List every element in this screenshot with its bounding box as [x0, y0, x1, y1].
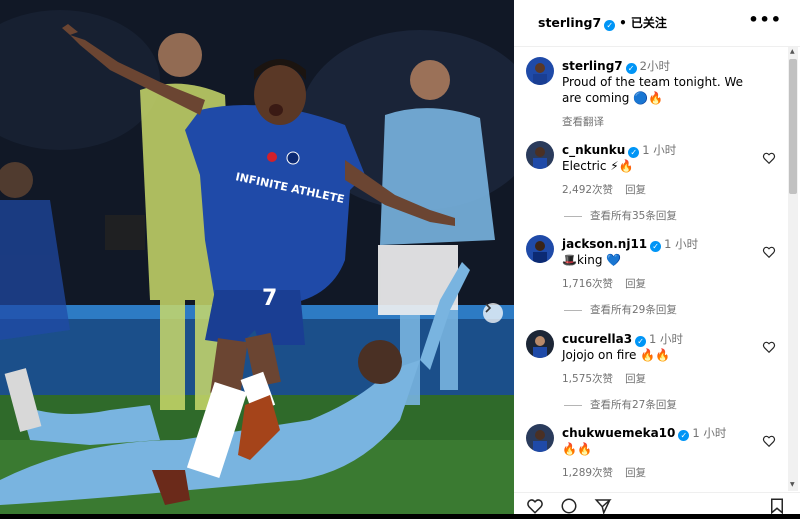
- verified-badge-icon: ✓: [628, 147, 640, 158]
- more-options-icon[interactable]: •••: [748, 10, 782, 29]
- caption-time[interactable]: 2小时: [640, 59, 670, 73]
- comment-text: 🎩king 💙: [562, 253, 622, 267]
- avatar[interactable]: [526, 330, 554, 358]
- comment-body: cucurella3 ✓ 1 小时 Jojojo on fire 🔥🔥 1,575次…: [562, 331, 762, 387]
- comment-time[interactable]: 1 小时: [642, 143, 676, 157]
- view-replies-link[interactable]: 查看所有29条回复: [564, 302, 677, 317]
- user-avatar-icon: [526, 330, 554, 358]
- bookmark-icon[interactable]: [768, 497, 786, 515]
- comment-body: chukwuemeka10 ✓ 1 小时 🔥🔥 1,289次赞 回复: [562, 425, 762, 481]
- avatar[interactable]: [526, 424, 554, 452]
- view-replies-link[interactable]: 查看所有35条回复: [564, 208, 677, 223]
- scroll-down-arrow-icon[interactable]: ▼: [790, 481, 795, 488]
- verified-badge-icon: ✓: [650, 241, 662, 252]
- heart-icon[interactable]: [762, 434, 776, 448]
- reply-divider: [564, 215, 582, 217]
- comment-username[interactable]: cucurella3: [562, 332, 632, 346]
- like-count[interactable]: 1,289次赞: [562, 467, 613, 479]
- post-panel: sterling7 ✓ • 已关注 ••• sterling7 ✓ 2小时 Proud o…: [514, 0, 800, 515]
- comment-meta: 1,575次赞 回复: [562, 371, 762, 387]
- reply-button[interactable]: 回复: [625, 373, 646, 385]
- comment-time[interactable]: 1 小时: [664, 237, 698, 251]
- comment-time[interactable]: 1 小时: [649, 332, 683, 346]
- heart-icon[interactable]: [762, 245, 776, 259]
- share-send-icon[interactable]: [594, 497, 612, 515]
- translate-link[interactable]: 查看翻译: [562, 114, 762, 130]
- view-replies-link[interactable]: 查看所有27条回复: [564, 397, 677, 412]
- comment-username[interactable]: c_nkunku: [562, 143, 625, 157]
- comment-text: 🔥🔥: [562, 442, 592, 456]
- like-count[interactable]: 1,716次赞: [562, 278, 613, 290]
- scrollbar-thumb[interactable]: [789, 59, 797, 194]
- comment-text: Electric ⚡🔥: [562, 159, 634, 173]
- chevron-right-icon: [485, 303, 492, 313]
- comment-meta: 1,289次赞 回复: [562, 465, 762, 481]
- post-actions-bar: [514, 492, 800, 515]
- following-button[interactable]: 已关注: [631, 16, 667, 30]
- comment-username[interactable]: chukwuemeka10: [562, 426, 675, 440]
- comment-bubble-icon[interactable]: [560, 497, 578, 515]
- post-header: sterling7 ✓ • 已关注 •••: [514, 0, 800, 47]
- like-heart-icon[interactable]: [526, 497, 544, 515]
- heart-icon[interactable]: [762, 340, 776, 354]
- caption-username[interactable]: sterling7: [562, 59, 623, 73]
- heart-icon[interactable]: [762, 151, 776, 165]
- verified-badge-icon: ✓: [678, 430, 690, 441]
- view-replies-label[interactable]: 查看所有27条回复: [590, 399, 677, 411]
- verified-badge-icon: ✓: [635, 336, 647, 347]
- user-avatar-icon: [526, 235, 554, 263]
- reply-divider: [564, 404, 582, 406]
- comment-text: Jojojo on fire 🔥🔥: [562, 348, 671, 362]
- verified-badge-icon: ✓: [625, 63, 637, 74]
- caption-text: Proud of the team tonight. We are coming…: [562, 75, 743, 105]
- like-count[interactable]: 2,492次赞: [562, 184, 613, 196]
- comment-body: c_nkunku ✓ 1 小时 Electric ⚡🔥 2,492次赞 回复: [562, 142, 762, 198]
- next-image-button[interactable]: [483, 303, 503, 323]
- reply-button[interactable]: 回复: [625, 467, 646, 479]
- post-author-username[interactable]: sterling7: [538, 15, 601, 30]
- comment-username[interactable]: jackson.nj11: [562, 237, 647, 251]
- user-avatar-icon: [526, 141, 554, 169]
- separator-dot: •: [619, 16, 627, 30]
- reply-button[interactable]: 回复: [625, 278, 646, 290]
- comment-body: jackson.nj11 ✓ 1 小时 🎩king 💙 1,716次赞 回复: [562, 236, 762, 292]
- reply-button[interactable]: 回复: [625, 184, 646, 196]
- translate-label[interactable]: 查看翻译: [562, 116, 604, 128]
- post-author[interactable]: sterling7 ✓ • 已关注: [538, 14, 667, 31]
- scroll-up-arrow-icon[interactable]: ▲: [790, 48, 795, 55]
- comments-list[interactable]: sterling7 ✓ 2小时 Proud of the team tonight.…: [514, 47, 786, 491]
- view-replies-label[interactable]: 查看所有29条回复: [590, 304, 677, 316]
- scrollbar[interactable]: ▲ ▼: [788, 47, 798, 491]
- verified-badge-icon: ✓: [604, 20, 616, 31]
- view-replies-label[interactable]: 查看所有35条回复: [590, 210, 677, 222]
- avatar[interactable]: [526, 235, 554, 263]
- caption-body: sterling7 ✓ 2小时 Proud of the team tonight.…: [562, 58, 762, 130]
- comment-meta: 2,492次赞 回复: [562, 182, 762, 198]
- like-count[interactable]: 1,575次赞: [562, 373, 613, 385]
- post-image: 7 INFINITE ATHLETE: [0, 0, 514, 514]
- avatar[interactable]: [526, 141, 554, 169]
- shirt-number: 7: [262, 286, 277, 311]
- avatar[interactable]: [526, 57, 554, 85]
- comment-meta: 1,716次赞 回复: [562, 276, 762, 292]
- user-avatar-icon: [526, 424, 554, 452]
- comment-time[interactable]: 1 小时: [692, 426, 726, 440]
- match-photo: 7 INFINITE ATHLETE: [0, 0, 514, 514]
- user-avatar-icon: [526, 57, 554, 85]
- reply-divider: [564, 309, 582, 311]
